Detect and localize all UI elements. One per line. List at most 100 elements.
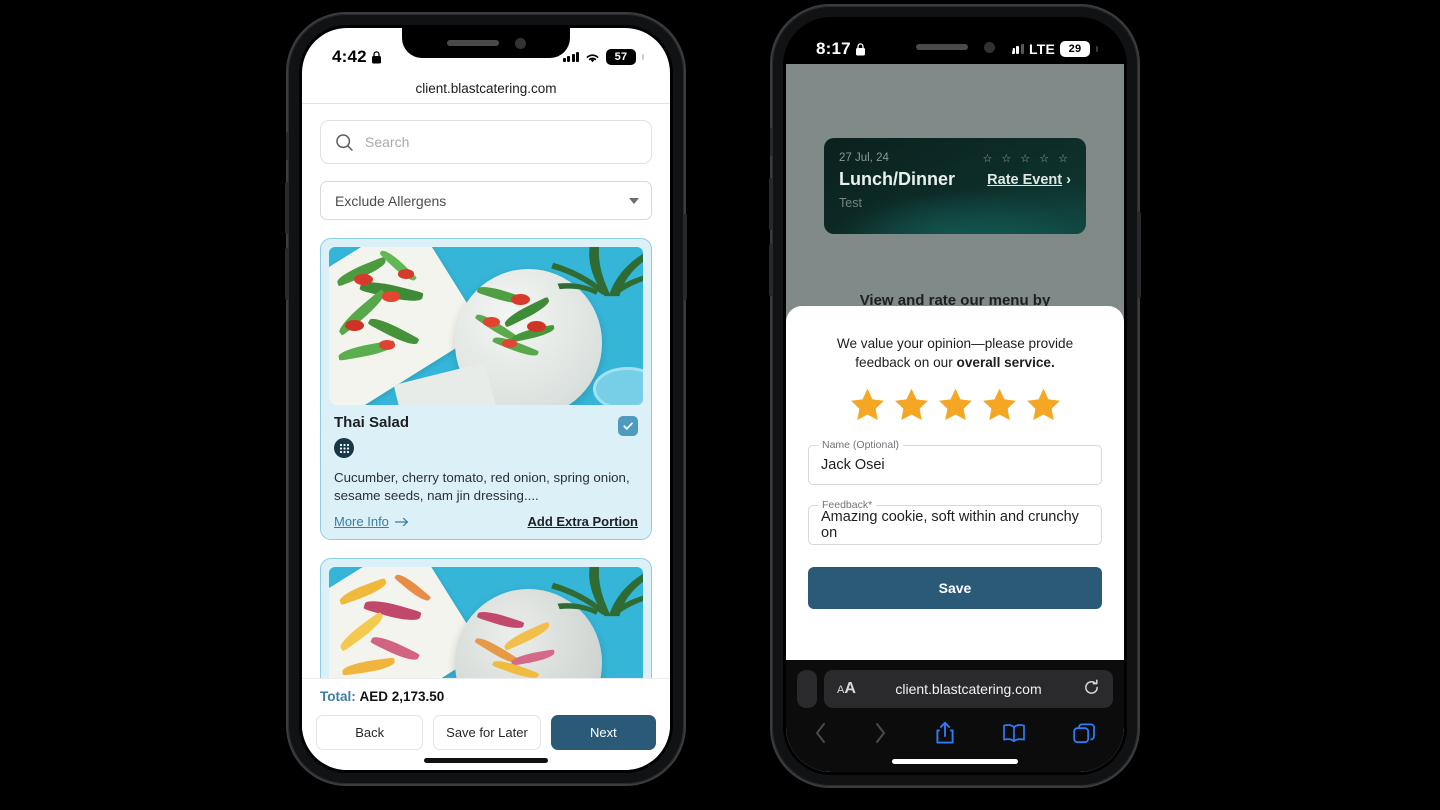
- add-extra-portion-link[interactable]: Add Extra Portion: [527, 514, 638, 529]
- adjacent-tab-peek[interactable]: [797, 670, 817, 708]
- screenshot-stage: 4:42 57 client.blastcatering.com Search …: [0, 0, 1440, 810]
- battery-indicator: 57: [606, 49, 636, 65]
- event-star-rating-empty[interactable]: ☆ ☆ ☆ ☆ ☆: [982, 152, 1071, 165]
- feedback-field-value: Amazing cookie, soft within and crunchy …: [821, 509, 1079, 542]
- next-button[interactable]: Next: [550, 715, 656, 750]
- right-phone-device: 8:17 LTE 29 27 Jul, 24 Lunch/Dinner Test…: [769, 6, 1141, 786]
- event-subtitle: Test: [839, 196, 862, 210]
- status-right-group: LTE 29: [1007, 41, 1098, 57]
- battery-percent: 29: [1068, 43, 1082, 55]
- silent-switch[interactable]: [770, 128, 773, 156]
- exclude-allergens-select[interactable]: Exclude Allergens: [320, 181, 652, 220]
- share-icon[interactable]: [935, 721, 955, 750]
- dish-card-second[interactable]: [320, 558, 652, 678]
- save-for-later-button[interactable]: Save for Later: [433, 715, 541, 750]
- network-type-label: LTE: [1028, 41, 1055, 57]
- battery-percent: 57: [614, 51, 628, 63]
- notch: [402, 28, 570, 58]
- power-button[interactable]: [1137, 212, 1141, 298]
- name-field-label: Name (Optional): [818, 439, 904, 452]
- silent-switch[interactable]: [286, 132, 289, 160]
- arrow-right-icon: [394, 517, 408, 527]
- browser-url-display[interactable]: client.blastcatering.com: [302, 74, 670, 104]
- checkout-footer: Total: AED 2,173.50 Back Save for Later …: [302, 678, 670, 770]
- volume-up-button[interactable]: [769, 178, 773, 230]
- name-field-value: Jack Osei: [821, 457, 885, 474]
- safari-tab-strip: AA client.blastcatering.com: [797, 670, 1113, 708]
- dish-description: Cucumber, cherry tomato, red onion, spri…: [334, 470, 630, 503]
- safari-toolbar: AA client.blastcatering.com: [786, 660, 1124, 772]
- chevron-left-icon[interactable]: [814, 722, 827, 749]
- overall-service-star-rating[interactable]: [808, 386, 1102, 425]
- right-phone-bezel: 8:17 LTE 29 27 Jul, 24 Lunch/Dinner Test…: [783, 17, 1127, 775]
- chevron-right-icon: ›: [1066, 172, 1071, 188]
- star-filled-icon[interactable]: [891, 386, 932, 425]
- footer-button-row: Back Save for Later Next: [316, 715, 656, 750]
- total-value: AED 2,173.50: [359, 689, 445, 704]
- plant-decor-icon: [550, 567, 643, 617]
- star-filled-icon[interactable]: [979, 386, 1020, 425]
- search-input[interactable]: Search: [320, 120, 652, 164]
- front-camera-icon: [983, 41, 995, 53]
- cellular-bars-icon: [562, 52, 579, 62]
- chevron-right-icon[interactable]: [874, 722, 887, 749]
- back-button[interactable]: Back: [316, 715, 424, 750]
- dish-selected-checkbox[interactable]: [618, 416, 638, 436]
- save-button[interactable]: Save: [808, 567, 1102, 610]
- volume-down-button[interactable]: [285, 248, 289, 300]
- more-info-label: More Info: [334, 514, 389, 530]
- left-phone-bezel: 4:42 57 client.blastcatering.com Search …: [299, 25, 673, 773]
- earpiece-speaker-icon: [446, 40, 499, 46]
- menu-scroll-area[interactable]: Search Exclude Allergens Thai Salad Cucu…: [302, 104, 670, 678]
- dish-image-thai-salad: [329, 247, 643, 405]
- safari-address-bar[interactable]: AA client.blastcatering.com: [824, 670, 1113, 708]
- safari-icon-row: [797, 708, 1113, 750]
- rate-event-link[interactable]: Rate Event ›: [982, 172, 1071, 188]
- lock-icon: [855, 42, 865, 55]
- battery-cap-icon: [642, 54, 644, 60]
- status-left-group: 8:17: [816, 39, 866, 59]
- volume-down-button[interactable]: [769, 244, 773, 296]
- status-left-group: 4:42: [332, 47, 382, 67]
- star-filled-icon[interactable]: [1023, 386, 1064, 425]
- left-phone-device: 4:42 57 client.blastcatering.com Search …: [285, 14, 687, 784]
- rating-page: 27 Jul, 24 Lunch/Dinner Test ☆ ☆ ☆ ☆ ☆ R…: [786, 64, 1124, 772]
- earpiece-speaker-icon: [915, 44, 968, 50]
- star-filled-icon[interactable]: [935, 386, 976, 425]
- star-filled-icon[interactable]: [847, 386, 888, 425]
- front-camera-icon: [514, 37, 526, 49]
- status-time: 8:17: [816, 39, 851, 58]
- tabs-icon[interactable]: [1073, 723, 1096, 749]
- feedback-prompt: We value your opinion—please provide fee…: [808, 334, 1102, 372]
- feedback-modal: We value your opinion—please provide fee…: [786, 306, 1124, 654]
- dish-image-second: [329, 567, 643, 678]
- chevron-down-icon: [629, 197, 639, 204]
- status-time: 4:42: [332, 47, 367, 66]
- total-label: Total:: [320, 689, 356, 704]
- dish-card-thai-salad[interactable]: Thai Salad Cucumber, cherry tomato, red …: [320, 238, 652, 541]
- more-info-link[interactable]: More Info: [334, 514, 410, 529]
- rate-event-label: Rate Event: [987, 172, 1063, 188]
- feedback-prompt-emphasis: overall service.: [956, 355, 1055, 371]
- dish-body-thai-salad: Thai Salad Cucumber, cherry tomato, red …: [329, 405, 643, 529]
- battery-indicator: 29: [1060, 41, 1090, 57]
- home-indicator[interactable]: [892, 759, 1018, 764]
- dish-name: Thai Salad: [334, 414, 410, 431]
- battery-cap-icon: [1096, 46, 1098, 52]
- book-icon[interactable]: [1002, 723, 1026, 748]
- safari-url-text: client.blastcatering.com: [895, 681, 1042, 697]
- name-field[interactable]: Name (Optional) Jack Osei: [808, 439, 1102, 486]
- reload-icon[interactable]: [1083, 678, 1100, 700]
- allergen-badge-icon[interactable]: [334, 438, 354, 458]
- left-phone-screen: 4:42 57 client.blastcatering.com Search …: [302, 28, 670, 770]
- plant-decor-icon: [550, 247, 643, 297]
- power-button[interactable]: [683, 214, 687, 300]
- total-line: Total: AED 2,173.50: [316, 689, 656, 704]
- checkmark-icon: [623, 422, 633, 430]
- volume-up-button[interactable]: [285, 182, 289, 234]
- lock-icon: [371, 50, 381, 63]
- home-indicator[interactable]: [424, 758, 548, 763]
- event-card-actions: ☆ ☆ ☆ ☆ ☆ Rate Event ›: [982, 152, 1071, 188]
- feedback-field[interactable]: Feedback* Amazing cookie, soft within an…: [808, 499, 1102, 546]
- event-card[interactable]: 27 Jul, 24 Lunch/Dinner Test ☆ ☆ ☆ ☆ ☆ R…: [824, 138, 1086, 234]
